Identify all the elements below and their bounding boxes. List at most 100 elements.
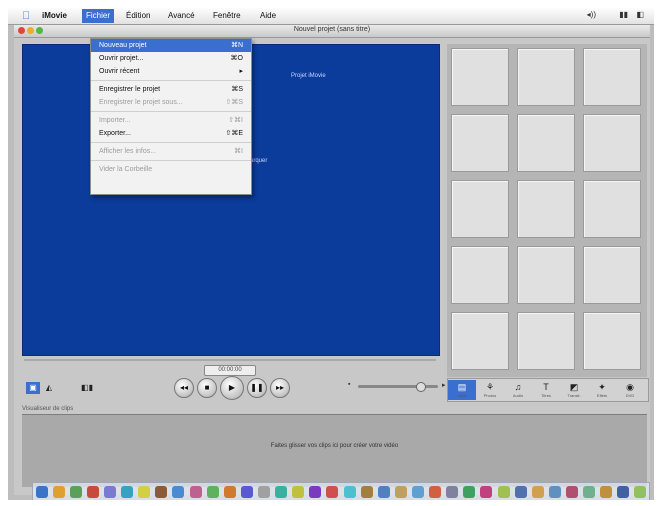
clip-shelf xyxy=(447,44,647,377)
dock-app-icon[interactable] xyxy=(634,486,647,498)
dock-app-icon[interactable] xyxy=(292,486,305,498)
clip-slot[interactable] xyxy=(583,48,641,106)
dock-app-icon[interactable] xyxy=(240,486,253,498)
menu-item-shortcut: ⇧⌘E xyxy=(225,130,243,137)
menu-item-new-project[interactable]: Nouveau projet ⌘N xyxy=(91,39,251,52)
stop-icon[interactable]: ■ xyxy=(197,378,217,398)
playhead-timecode[interactable]: 00:00:00 xyxy=(204,365,256,376)
dock-app-icon[interactable] xyxy=(583,486,596,498)
clip-slot[interactable] xyxy=(451,180,509,238)
dock-app-icon[interactable] xyxy=(189,486,202,498)
dock-app-icon[interactable] xyxy=(514,486,527,498)
window-titlebar: Nouvel projet (sans titre) xyxy=(14,25,650,38)
menu-edit[interactable]: Édition xyxy=(126,11,150,20)
photos-pane-button[interactable]: ⚘ Photos xyxy=(476,380,504,400)
apple-menu-icon[interactable]:  xyxy=(22,10,30,22)
clip-slot[interactable] xyxy=(583,114,641,172)
dock-app-icon[interactable] xyxy=(497,486,510,498)
clip-slot[interactable] xyxy=(517,48,575,106)
dock-app-icon[interactable] xyxy=(617,486,630,498)
pane-toolbar: ▤ Clips ⚘ Photos ♫ Audio T Titres ◩ Transit. … xyxy=(447,378,649,402)
menu-window[interactable]: Fenêtre xyxy=(213,11,241,20)
titles-pane-button[interactable]: T Titres xyxy=(532,380,560,400)
clip-slot[interactable] xyxy=(451,48,509,106)
clip-slot[interactable] xyxy=(583,312,641,370)
dock-app-icon[interactable] xyxy=(52,486,65,498)
menu-item-label: Afficher les infos... xyxy=(99,148,157,155)
dock-app-icon[interactable] xyxy=(343,486,356,498)
menu-item-open-project[interactable]: Ouvrir projet... ⌘O xyxy=(91,52,251,65)
dock-app-icon[interactable] xyxy=(600,486,613,498)
dock-app-icon[interactable] xyxy=(309,486,322,498)
dock-app-icon[interactable] xyxy=(206,486,219,498)
clips-pane-button[interactable]: ▤ Clips xyxy=(448,380,476,400)
scrubber-bar[interactable] xyxy=(22,357,438,363)
volume-slider[interactable] xyxy=(358,382,438,392)
dock-app-icon[interactable] xyxy=(155,486,168,498)
menu-item-export[interactable]: Exporter... ⇧⌘E xyxy=(91,127,251,140)
menu-item-label: Exporter... xyxy=(99,130,131,137)
dock-app-icon[interactable] xyxy=(394,486,407,498)
dock-app-icon[interactable] xyxy=(275,486,288,498)
dock-app-icon[interactable] xyxy=(121,486,134,498)
edit-mode-icon[interactable]: ◭ xyxy=(42,382,56,394)
menu-item-label: Enregistrer le projet xyxy=(99,86,161,93)
volume-slider-knob[interactable] xyxy=(416,382,426,392)
dock-app-icon[interactable] xyxy=(531,486,544,498)
dock-app-icon[interactable] xyxy=(429,486,442,498)
dock-app-icon[interactable] xyxy=(377,486,390,498)
clip-slot[interactable] xyxy=(451,246,509,304)
menu-item-label: Enregistrer le projet sous... xyxy=(99,99,183,106)
rewind-icon[interactable]: ◂◂ xyxy=(174,378,194,398)
effects-pane-button[interactable]: ✦ Effets xyxy=(588,380,616,400)
dock-app-icon[interactable] xyxy=(103,486,116,498)
pause-icon[interactable]: ❚❚ xyxy=(247,378,267,398)
fast-forward-icon[interactable]: ▸▸ xyxy=(270,378,290,398)
idvd-pane-button[interactable]: ◉ DVD xyxy=(616,380,644,400)
dock-app-icon[interactable] xyxy=(565,486,578,498)
dock-app-icon[interactable] xyxy=(480,486,493,498)
dock-app-icon[interactable] xyxy=(463,486,476,498)
dock-app-icon[interactable] xyxy=(172,486,185,498)
dock-app-icon[interactable] xyxy=(138,486,151,498)
menu-item-open-recent[interactable]: Ouvrir récent ▸ xyxy=(91,65,251,78)
dock-app-icon[interactable] xyxy=(360,486,373,498)
menu-file[interactable]: Fichier xyxy=(82,9,115,23)
dock-app-icon[interactable] xyxy=(35,486,48,498)
pane-label: Transit. xyxy=(567,393,581,398)
menu-imovie[interactable]: iMovie xyxy=(42,11,67,20)
clip-viewer-hint: Faites glisser vos clips ici pour créer … xyxy=(270,443,399,449)
clip-slot[interactable] xyxy=(517,114,575,172)
camera-mode-icon[interactable]: ▣ xyxy=(26,382,40,394)
pane-label: Photos xyxy=(483,393,497,398)
clip-slot[interactable] xyxy=(517,246,575,304)
dock-app-icon[interactable] xyxy=(257,486,270,498)
dock-app-icon[interactable] xyxy=(326,486,339,498)
dock-app-icon[interactable] xyxy=(69,486,82,498)
menu-item-save-project[interactable]: Enregistrer le projet ⌘S xyxy=(91,83,251,96)
dock-app-icon[interactable] xyxy=(411,486,424,498)
dock-app-icon[interactable] xyxy=(86,486,99,498)
menu-advanced[interactable]: Avancé xyxy=(168,11,195,20)
menu-item-shortcut: ⇧⌘S xyxy=(225,99,243,106)
clip-view-icon[interactable]: ◧▮ xyxy=(80,382,94,394)
clip-slot[interactable] xyxy=(517,312,575,370)
sound-icon[interactable]: ▮▮ xyxy=(619,10,628,19)
play-icon[interactable]: ▶ xyxy=(220,376,244,400)
menu-help[interactable]: Aide xyxy=(260,11,276,20)
dock-app-icon[interactable] xyxy=(548,486,561,498)
clip-slot[interactable] xyxy=(451,114,509,172)
clip-viewer[interactable]: Faites glisser vos clips ici pour créer … xyxy=(22,414,647,487)
pane-label: Titres xyxy=(541,393,551,398)
audio-pane-button[interactable]: ♫ Audio xyxy=(504,380,532,400)
clip-slot[interactable] xyxy=(451,312,509,370)
volume-icon[interactable]: ◂)) xyxy=(587,10,596,19)
clip-slot[interactable] xyxy=(517,180,575,238)
dock-app-icon[interactable] xyxy=(223,486,236,498)
dock xyxy=(32,482,650,500)
clip-slot[interactable] xyxy=(583,246,641,304)
transitions-pane-button[interactable]: ◩ Transit. xyxy=(560,380,588,400)
clip-slot[interactable] xyxy=(583,180,641,238)
dock-app-icon[interactable] xyxy=(446,486,459,498)
finder-menu-icon[interactable]: ◧ xyxy=(636,10,644,19)
